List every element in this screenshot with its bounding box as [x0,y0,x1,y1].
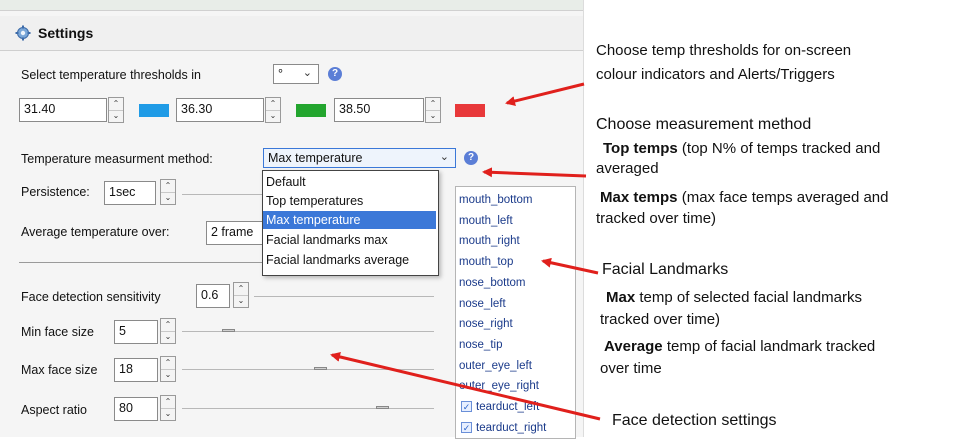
arrow-landmarks [541,257,599,275]
annotation-arrows [330,82,601,421]
arrow-thresholds [505,82,585,106]
arrow-face-detection [330,351,601,421]
arrow-method [482,167,587,178]
